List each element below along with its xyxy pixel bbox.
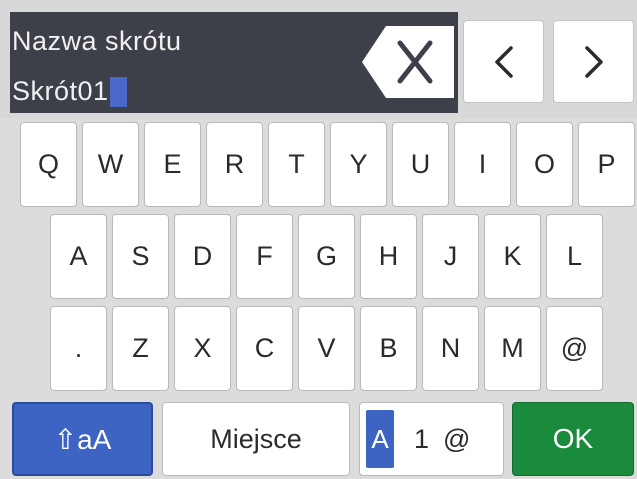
ok-label: OK (552, 423, 594, 454)
chevron-right-icon (584, 45, 603, 78)
field-title: Nazwa skrótu (12, 26, 182, 56)
key-2-1[interactable]: A (50, 214, 107, 299)
key-2-6[interactable]: H (360, 214, 417, 299)
mode-numbers-label: 1 (414, 423, 430, 454)
chevron-left-icon (494, 45, 513, 78)
key-1-7[interactable]: U (392, 122, 449, 207)
key-1-1[interactable]: Q (20, 122, 77, 207)
key-3-7[interactable]: N (422, 306, 479, 391)
key-3-9[interactable]: @ (546, 306, 603, 391)
key-3-6[interactable]: B (360, 306, 417, 391)
key-2-7[interactable]: J (422, 214, 479, 299)
key-2-2[interactable]: S (112, 214, 169, 299)
key-1-3[interactable]: E (144, 122, 201, 207)
space-label: Miejsce (210, 423, 302, 454)
shift-case-button[interactable]: ⇧aA (12, 402, 153, 476)
ok-button[interactable]: OK (512, 402, 634, 476)
key-2-5[interactable]: G (298, 214, 355, 299)
mode-symbols-label: @ (443, 423, 471, 454)
key-3-1[interactable]: . (50, 306, 107, 391)
key-1-4[interactable]: R (206, 122, 263, 207)
input-text: Skrót01 (12, 76, 109, 106)
key-2-4[interactable]: F (236, 214, 293, 299)
key-2-3[interactable]: D (174, 214, 231, 299)
input-value: Skrót01 (12, 76, 127, 107)
key-2-9[interactable]: L (546, 214, 603, 299)
key-3-8[interactable]: M (484, 306, 541, 391)
key-1-5[interactable]: T (268, 122, 325, 207)
key-1-9[interactable]: O (516, 122, 573, 207)
mode-letters-indicator: A (366, 410, 394, 468)
shift-case-label: ⇧aA (53, 423, 112, 455)
key-3-3[interactable]: X (174, 306, 231, 391)
key-2-8[interactable]: K (484, 214, 541, 299)
key-1-10[interactable]: P (578, 122, 635, 207)
text-cursor (109, 76, 127, 107)
key-3-4[interactable]: C (236, 306, 293, 391)
key-3-2[interactable]: Z (112, 306, 169, 391)
backspace-x-icon (362, 26, 454, 98)
cursor-left-button[interactable] (463, 20, 544, 103)
input-mode-button[interactable]: A 1 @ (359, 402, 504, 476)
cursor-right-button[interactable] (553, 20, 634, 103)
key-1-6[interactable]: Y (330, 122, 387, 207)
key-1-8[interactable]: I (454, 122, 511, 207)
key-1-2[interactable]: W (82, 122, 139, 207)
backspace-button[interactable] (356, 12, 458, 113)
space-button[interactable]: Miejsce (162, 402, 350, 476)
key-3-5[interactable]: V (298, 306, 355, 391)
